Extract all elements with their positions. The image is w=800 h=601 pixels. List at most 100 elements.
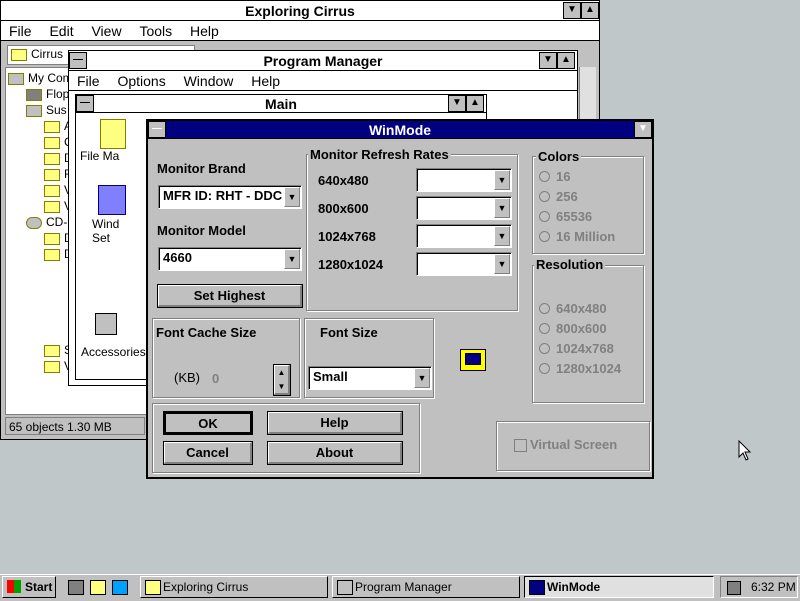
start-button[interactable]: Start — [2, 576, 56, 598]
task-winmode[interactable]: WinMode — [524, 576, 714, 598]
task-program-manager[interactable]: Program Manager — [332, 576, 520, 598]
program-manager-titlebar[interactable]: Program Manager — ▼ ▲ — [69, 51, 577, 71]
desktop-icon[interactable] — [68, 580, 84, 595]
resolution-option-label: 1024x768 — [556, 341, 614, 356]
monitor-brand-combo[interactable]: MFR ID: RHT - DDC ▼ — [158, 185, 302, 209]
folder-icon — [44, 248, 60, 261]
chevron-down-icon[interactable]: ▼ — [414, 368, 430, 388]
monitor-model-combo[interactable]: 4660 ▼ — [158, 247, 302, 271]
colors-title: Colors — [536, 149, 582, 164]
clock[interactable]: 6:32 PM — [751, 577, 796, 597]
program-manager-icon — [337, 580, 353, 595]
tray-icon[interactable] — [727, 581, 741, 595]
winmode-icon — [529, 580, 545, 595]
color-option-label: 16 Million — [556, 229, 616, 244]
set-highest-button[interactable]: Set Highest — [157, 284, 303, 308]
resolution-radio[interactable] — [539, 363, 550, 374]
resolution-radio[interactable] — [539, 323, 550, 334]
menu-tools[interactable]: Tools — [139, 23, 172, 39]
refresh-combo-1280[interactable]: ▼ — [416, 252, 512, 276]
cancel-button[interactable]: Cancel — [163, 441, 253, 465]
color-radio[interactable] — [539, 191, 550, 202]
menu-view[interactable]: View — [91, 23, 121, 39]
monitor-brand-value: MFR ID: RHT - DDC — [163, 188, 283, 203]
chevron-down-icon[interactable]: ▼ — [284, 249, 300, 269]
system-menu-button[interactable]: — — [148, 121, 166, 138]
font-cache-title: Font Cache Size — [156, 325, 257, 340]
minimize-button[interactable]: ▼ — [634, 121, 652, 138]
refresh-row-label: 800x600 — [318, 201, 369, 216]
chevron-down-icon[interactable]: ▼ — [284, 187, 300, 207]
folder-icon — [44, 200, 60, 213]
color-radio[interactable] — [539, 211, 550, 222]
explorer-menubar: File Edit View Tools Help — [1, 21, 599, 41]
menu-file[interactable]: File — [77, 73, 100, 89]
menu-edit[interactable]: Edit — [49, 23, 73, 39]
chevron-down-icon[interactable]: ▼ — [494, 226, 510, 246]
explorer-title: Exploring Cirrus — [245, 3, 355, 19]
minimize-button[interactable]: ▼ — [539, 52, 557, 69]
system-tray: 6:32 PM — [720, 576, 798, 598]
minimize-button[interactable]: ▼ — [563, 2, 581, 19]
resolution-radio[interactable] — [539, 343, 550, 354]
file-manager-icon[interactable] — [100, 119, 126, 149]
quick-launch — [66, 578, 132, 596]
refresh-combo-640[interactable]: ▼ — [416, 168, 512, 192]
minimize-button[interactable]: ▼ — [448, 95, 466, 112]
font-size-combo[interactable]: Small ▼ — [308, 366, 432, 390]
folder-icon — [44, 344, 60, 357]
menu-options[interactable]: Options — [117, 73, 165, 89]
chevron-down-icon[interactable]: ▼ — [494, 254, 510, 274]
monitor-icon — [460, 349, 486, 371]
cdrom-icon — [26, 216, 42, 229]
start-label: Start — [25, 580, 53, 594]
winmode-titlebar[interactable]: WinMode — ▼ — [148, 121, 652, 139]
refresh-combo-1024[interactable]: ▼ — [416, 224, 512, 248]
main-titlebar[interactable]: Main — ▼ ▲ — [76, 95, 486, 113]
main-title: Main — [265, 96, 297, 112]
windows-setup-icon[interactable] — [98, 185, 126, 215]
browser-icon[interactable] — [112, 580, 128, 595]
resolution-radio[interactable] — [539, 303, 550, 314]
tree-item[interactable]: Sus — [26, 102, 67, 118]
color-radio[interactable] — [539, 231, 550, 242]
menu-help[interactable]: Help — [251, 73, 280, 89]
maximize-button[interactable]: ▲ — [466, 95, 484, 112]
help-button[interactable]: Help — [267, 411, 403, 435]
monitor-brand-label: Monitor Brand — [157, 161, 246, 176]
folder-icon — [44, 232, 60, 245]
maximize-button[interactable]: ▲ — [557, 52, 575, 69]
system-menu-button[interactable]: — — [69, 52, 87, 69]
resolution-option-label: 800x600 — [556, 321, 607, 336]
menu-window[interactable]: Window — [184, 73, 234, 89]
folder-icon — [44, 168, 60, 181]
winmode-window: WinMode — ▼ Monitor Brand MFR ID: RHT - … — [146, 119, 654, 479]
ok-button[interactable]: OK — [163, 411, 253, 435]
color-radio[interactable] — [539, 171, 550, 182]
task-exploring-cirrus[interactable]: Exploring Cirrus — [140, 576, 328, 598]
folder-icon — [44, 136, 60, 149]
folder-icon — [11, 48, 27, 61]
folder-icon — [44, 360, 60, 373]
refresh-combo-800[interactable]: ▼ — [416, 196, 512, 220]
status-text: 65 objects 1.30 MB — [9, 420, 112, 434]
location-text: Cirrus — [31, 47, 63, 61]
about-button[interactable]: About — [267, 441, 403, 465]
folder-icon — [44, 120, 60, 133]
color-option-label: 16 — [556, 169, 571, 184]
maximize-button[interactable]: ▲ — [581, 2, 599, 19]
virtual-screen-checkbox[interactable] — [514, 439, 527, 452]
system-menu-button[interactable]: — — [76, 95, 94, 112]
explorer-icon[interactable] — [90, 580, 106, 595]
color-option-label: 65536 — [556, 209, 593, 224]
accessories-label: Accessories — [81, 345, 146, 359]
chevron-down-icon[interactable]: ▼ — [494, 170, 510, 190]
menu-file[interactable]: File — [9, 23, 32, 39]
menu-help[interactable]: Help — [190, 23, 219, 39]
font-cache-spinner[interactable]: ▲ ▼ — [273, 364, 291, 396]
explorer-titlebar[interactable]: Exploring Cirrus ▼ ▲ — [1, 1, 599, 21]
font-cache-value[interactable]: 0 — [212, 371, 219, 386]
file-manager-label: File Ma — [80, 149, 120, 163]
chevron-down-icon[interactable]: ▼ — [494, 198, 510, 218]
accessories-icon[interactable] — [95, 313, 117, 335]
